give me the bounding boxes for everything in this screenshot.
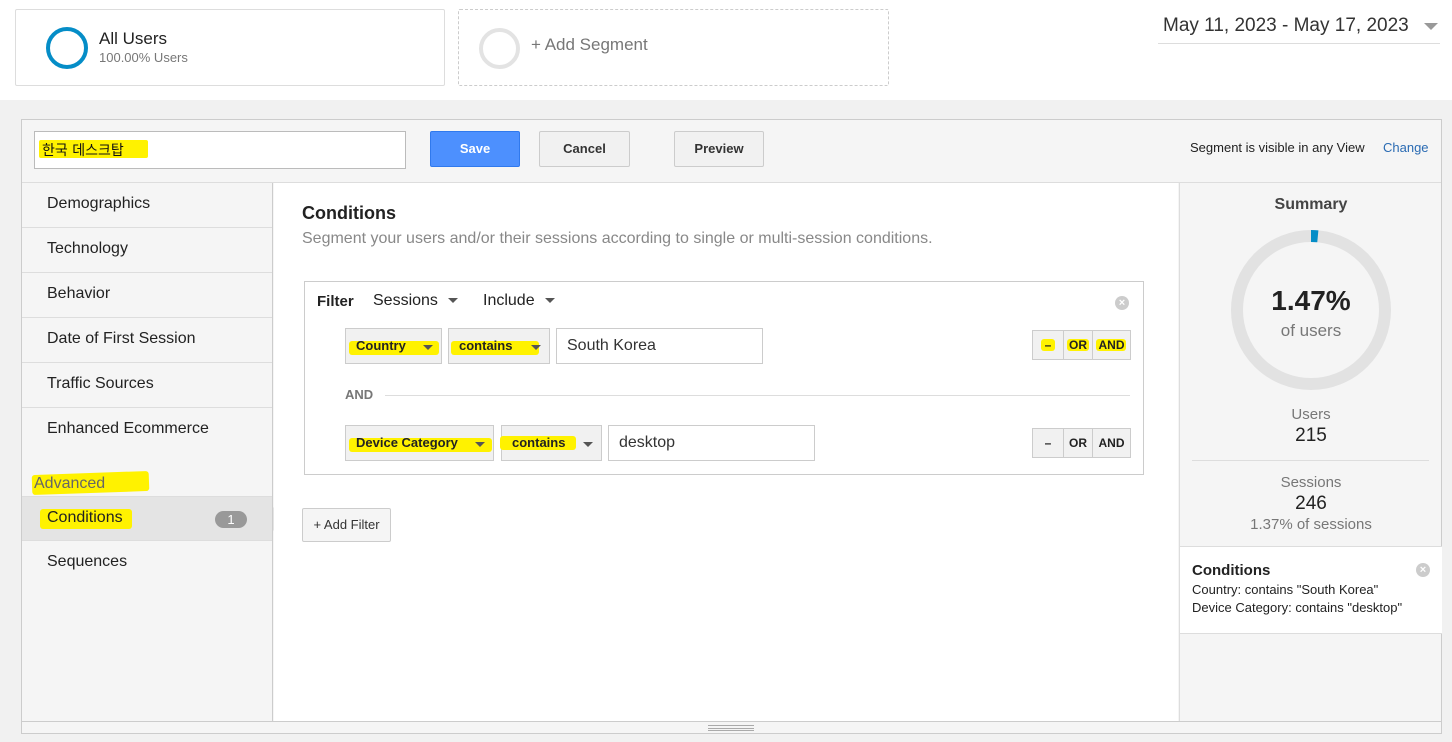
preview-button[interactable]: Preview — [674, 131, 764, 167]
sidebar-item-date-of-first-session[interactable]: Date of First Session — [22, 318, 272, 363]
all-users-segment-card[interactable]: All Users 100.00% Users — [15, 9, 445, 86]
value-input[interactable]: desktop — [608, 425, 815, 461]
sidebar-item-enhanced-ecommerce[interactable]: Enhanced Ecommerce — [22, 408, 272, 453]
resize-handle-icon[interactable] — [708, 725, 754, 731]
chevron-down-icon — [544, 298, 555, 304]
visibility-note: Segment is visible in any View — [1190, 140, 1365, 155]
segment-editor: 한국 데스크탑 Save Cancel Preview Segment is v… — [21, 119, 1442, 734]
operator-value: contains — [512, 435, 566, 450]
sidebar-item-conditions[interactable]: Conditions 1 — [22, 496, 272, 541]
dimension-select[interactable]: Device Category — [345, 425, 494, 461]
cancel-button[interactable]: Cancel — [539, 131, 630, 167]
sidebar-item-label: Conditions — [47, 509, 123, 526]
include-dropdown[interactable]: Include — [483, 292, 555, 310]
chevron-down-icon — [1424, 23, 1438, 30]
summary-condition-line: Country: contains "South Korea" — [1192, 582, 1379, 597]
dimension-value: Country — [356, 338, 406, 353]
add-filter-button[interactable]: + Add Filter — [302, 508, 391, 542]
scope-dropdown[interactable]: Sessions — [373, 292, 458, 310]
operator-value: contains — [459, 338, 513, 353]
segment-name-value: 한국 데스크탑 — [42, 143, 124, 159]
remove-row-button[interactable]: – — [1033, 331, 1064, 359]
sidebar-item-technology[interactable]: Technology — [22, 228, 272, 273]
sessions-value: 246 — [1295, 493, 1327, 514]
summary-panel: Summary 1.47% of users Users 215 Session… — [1179, 183, 1442, 721]
segment-sidebar: Demographics Technology Behavior Date of… — [22, 183, 273, 721]
segment-bar: All Users 100.00% Users + Add Segment Ma… — [0, 0, 1452, 100]
summary-conditions: Conditions Country: contains "South Kore… — [1180, 546, 1442, 634]
chevron-down-icon — [447, 298, 458, 304]
save-button[interactable]: Save — [430, 131, 520, 167]
chevron-down-icon — [531, 345, 541, 350]
or-label: OR — [1069, 338, 1087, 352]
close-icon[interactable]: × — [1115, 296, 1129, 310]
users-percent-label: of users — [1280, 321, 1342, 340]
add-segment-button[interactable]: + Add Segment — [458, 9, 889, 86]
add-segment-label: + Add Segment — [531, 35, 648, 54]
users-label: Users — [1291, 406, 1331, 423]
or-button[interactable]: OR — [1064, 331, 1093, 359]
sidebar-item-behavior[interactable]: Behavior — [22, 273, 272, 318]
sessions-percent: 1.37% of sessions — [1250, 516, 1372, 533]
boolean-buttons: – OR AND — [1032, 330, 1131, 360]
separator-line — [385, 395, 1130, 396]
segment-circle-icon — [46, 27, 88, 69]
summary-condition-line: Device Category: contains "desktop" — [1192, 600, 1403, 615]
sidebar-item-traffic-sources[interactable]: Traffic Sources — [22, 363, 272, 408]
segment-name: All Users — [99, 29, 168, 48]
value-input[interactable]: South Korea — [556, 328, 763, 364]
summary-conditions-title: Conditions — [1192, 562, 1271, 579]
resize-bar — [22, 721, 1441, 733]
chevron-down-icon — [423, 345, 433, 350]
and-separator: AND — [345, 387, 374, 402]
summary-title: Summary — [1274, 196, 1348, 213]
chevron-down-icon — [475, 442, 485, 447]
sidebar-item-demographics[interactable]: Demographics — [22, 183, 272, 228]
chevron-down-icon — [583, 442, 593, 447]
empty-segment-circle-icon — [479, 28, 520, 69]
sessions-label: Sessions — [1280, 474, 1342, 491]
boolean-buttons: – OR AND — [1032, 428, 1131, 458]
include-value: Include — [483, 292, 535, 309]
date-range-text: May 11, 2023 - May 17, 2023 — [1163, 15, 1409, 36]
page-description: Segment your users and/or their sessions… — [302, 230, 933, 247]
users-percent: 1.47% — [1271, 285, 1351, 316]
remove-label: – — [1044, 338, 1052, 352]
and-label: AND — [1098, 338, 1125, 352]
dimension-value: Device Category — [356, 435, 458, 450]
page-title: Conditions — [302, 203, 396, 223]
dimension-select[interactable]: Country — [345, 328, 442, 364]
summary-divider — [1192, 460, 1429, 461]
date-range-picker[interactable]: May 11, 2023 - May 17, 2023 — [1158, 12, 1440, 44]
operator-select[interactable]: contains — [500, 425, 602, 461]
scope-value: Sessions — [373, 292, 438, 309]
and-button[interactable]: AND — [1093, 331, 1130, 359]
users-value: 215 — [1295, 425, 1327, 446]
advanced-section-label: Advanced — [34, 475, 106, 492]
or-button[interactable]: OR — [1064, 429, 1093, 457]
filter-label: Filter — [317, 293, 354, 310]
segment-percentage: 100.00% Users — [99, 50, 188, 65]
operator-select[interactable]: contains — [448, 328, 550, 364]
conditions-count-badge: 1 — [215, 511, 247, 528]
change-visibility-link[interactable]: Change — [1383, 140, 1429, 155]
remove-row-button[interactable]: – — [1033, 429, 1064, 457]
conditions-panel: Conditions Segment your users and/or the… — [274, 183, 1178, 721]
sidebar-item-sequences[interactable]: Sequences — [22, 541, 272, 586]
and-button[interactable]: AND — [1093, 429, 1130, 457]
close-icon[interactable]: × — [1416, 563, 1430, 577]
editor-header: 한국 데스크탑 Save Cancel Preview Segment is v… — [22, 120, 1441, 183]
filter-box: Filter Sessions Include × Country contai… — [304, 281, 1144, 475]
